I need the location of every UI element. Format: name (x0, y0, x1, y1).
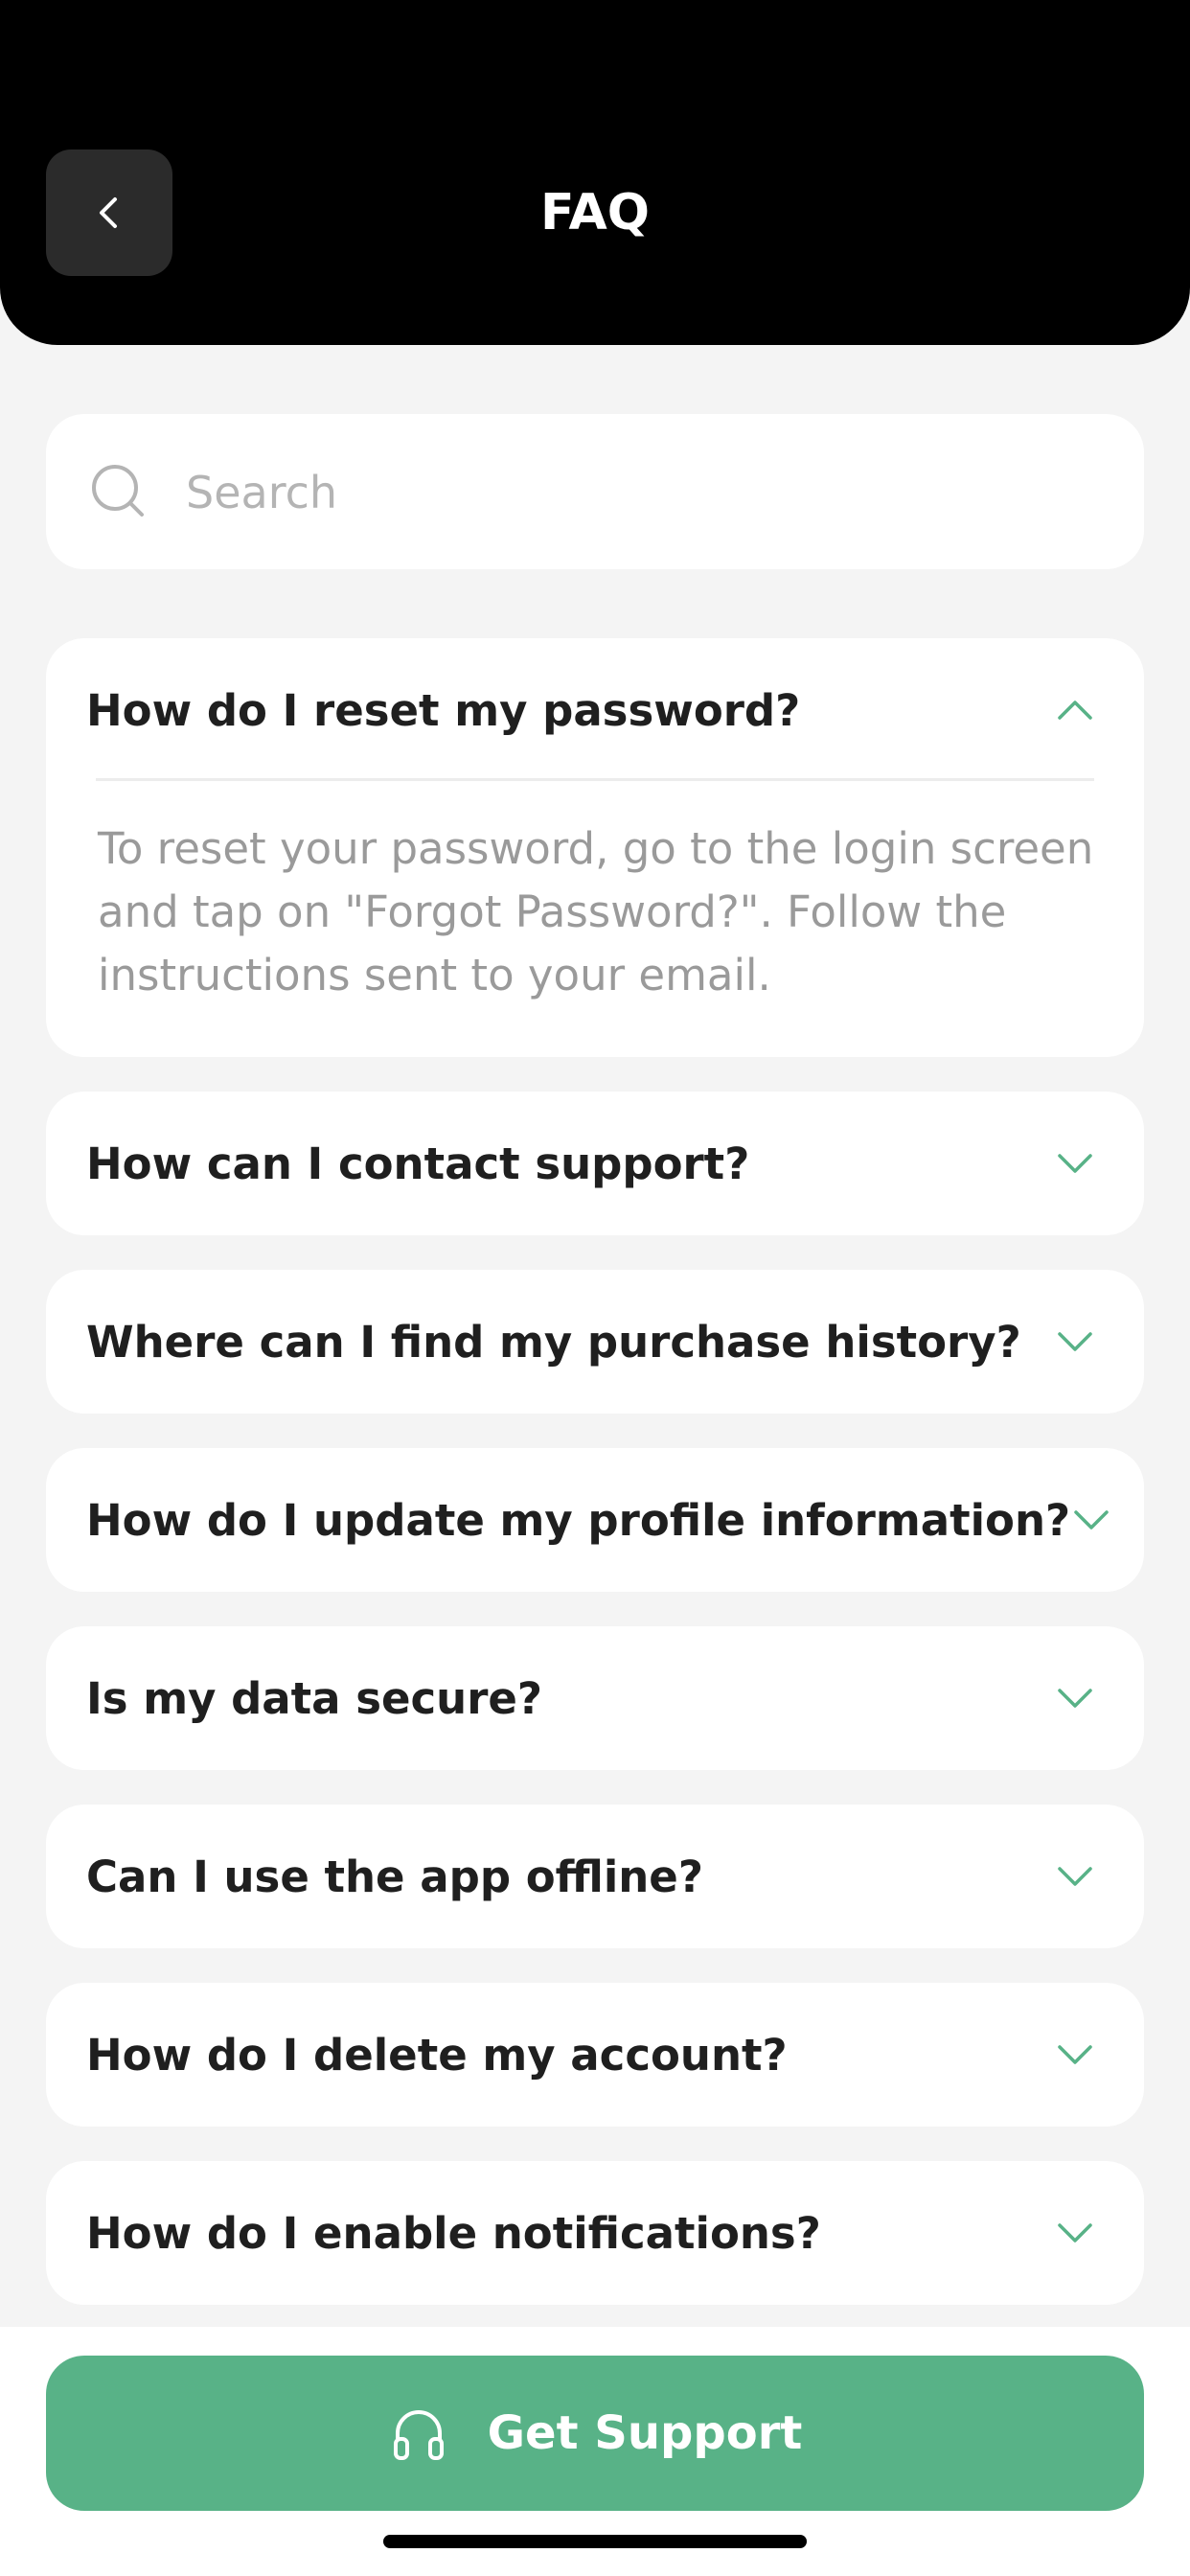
faq-question: How do I reset my password? (86, 684, 801, 736)
faq-item: How can I contact support? (46, 1092, 1144, 1235)
faq-question-toggle[interactable]: How do I reset my password? (46, 638, 1144, 782)
chevron-down-icon (1058, 1689, 1092, 1708)
faq-answer: To reset your password, go to the login … (98, 823, 1094, 1000)
faq-question-toggle[interactable]: Where can I find my purchase history? (46, 1270, 1144, 1414)
faq-question: How do I update my profile information? (86, 1494, 1071, 1546)
faq-item: Where can I find my purchase history? (46, 1270, 1144, 1414)
faq-question: How do I delete my account? (86, 2029, 788, 2081)
page-title: FAQ (539, 184, 650, 242)
home-indicator (383, 2535, 807, 2548)
search-input[interactable] (184, 414, 1108, 571)
header-bar: FAQ (0, 0, 1190, 345)
faq-item: How do I reset my password? To reset you… (46, 638, 1144, 1057)
search-icon (92, 465, 144, 517)
chevron-down-icon (1058, 2045, 1092, 2064)
faq-question: Can I use the app offline? (86, 1851, 703, 1902)
faq-list: How do I reset my password? To reset you… (46, 638, 1144, 2339)
faq-question-toggle[interactable]: Is my data secure? (46, 1626, 1144, 1770)
search-box[interactable] (46, 414, 1144, 571)
faq-question: Is my data secure? (86, 1672, 543, 1724)
get-support-label: Get Support (487, 2406, 803, 2460)
faq-question-toggle[interactable]: Can I use the app offline? (46, 1805, 1144, 1948)
faq-question: Where can I find my purchase history? (86, 1316, 1021, 1368)
faq-question: How do I enable notifications? (86, 2207, 821, 2259)
faq-question: How can I contact support? (86, 1138, 750, 1189)
chevron-down-icon (1058, 1332, 1092, 1351)
chevron-down-icon (1058, 1154, 1092, 1173)
get-support-button[interactable]: Get Support (46, 2356, 1144, 2511)
chevron-down-icon (1058, 2223, 1092, 2242)
chevron-down-icon (1058, 1867, 1092, 1886)
chevron-down-icon (1074, 1510, 1109, 1530)
chevron-up-icon (1058, 701, 1092, 720)
headphones-icon (393, 2410, 444, 2460)
faq-item: How do I delete my account? (46, 1983, 1144, 2127)
faq-item: How do I enable notifications? (46, 2161, 1144, 2305)
faq-item: Can I use the app offline? (46, 1805, 1144, 1948)
faq-question-toggle[interactable]: How do I enable notifications? (46, 2161, 1144, 2305)
faq-item: Is my data secure? (46, 1626, 1144, 1770)
faq-item: How do I update my profile information? (46, 1448, 1144, 1592)
faq-question-toggle[interactable]: How can I contact support? (46, 1092, 1144, 1235)
faq-question-toggle[interactable]: How do I update my profile information? (46, 1448, 1144, 1592)
faq-question-toggle[interactable]: How do I delete my account? (46, 1983, 1144, 2127)
